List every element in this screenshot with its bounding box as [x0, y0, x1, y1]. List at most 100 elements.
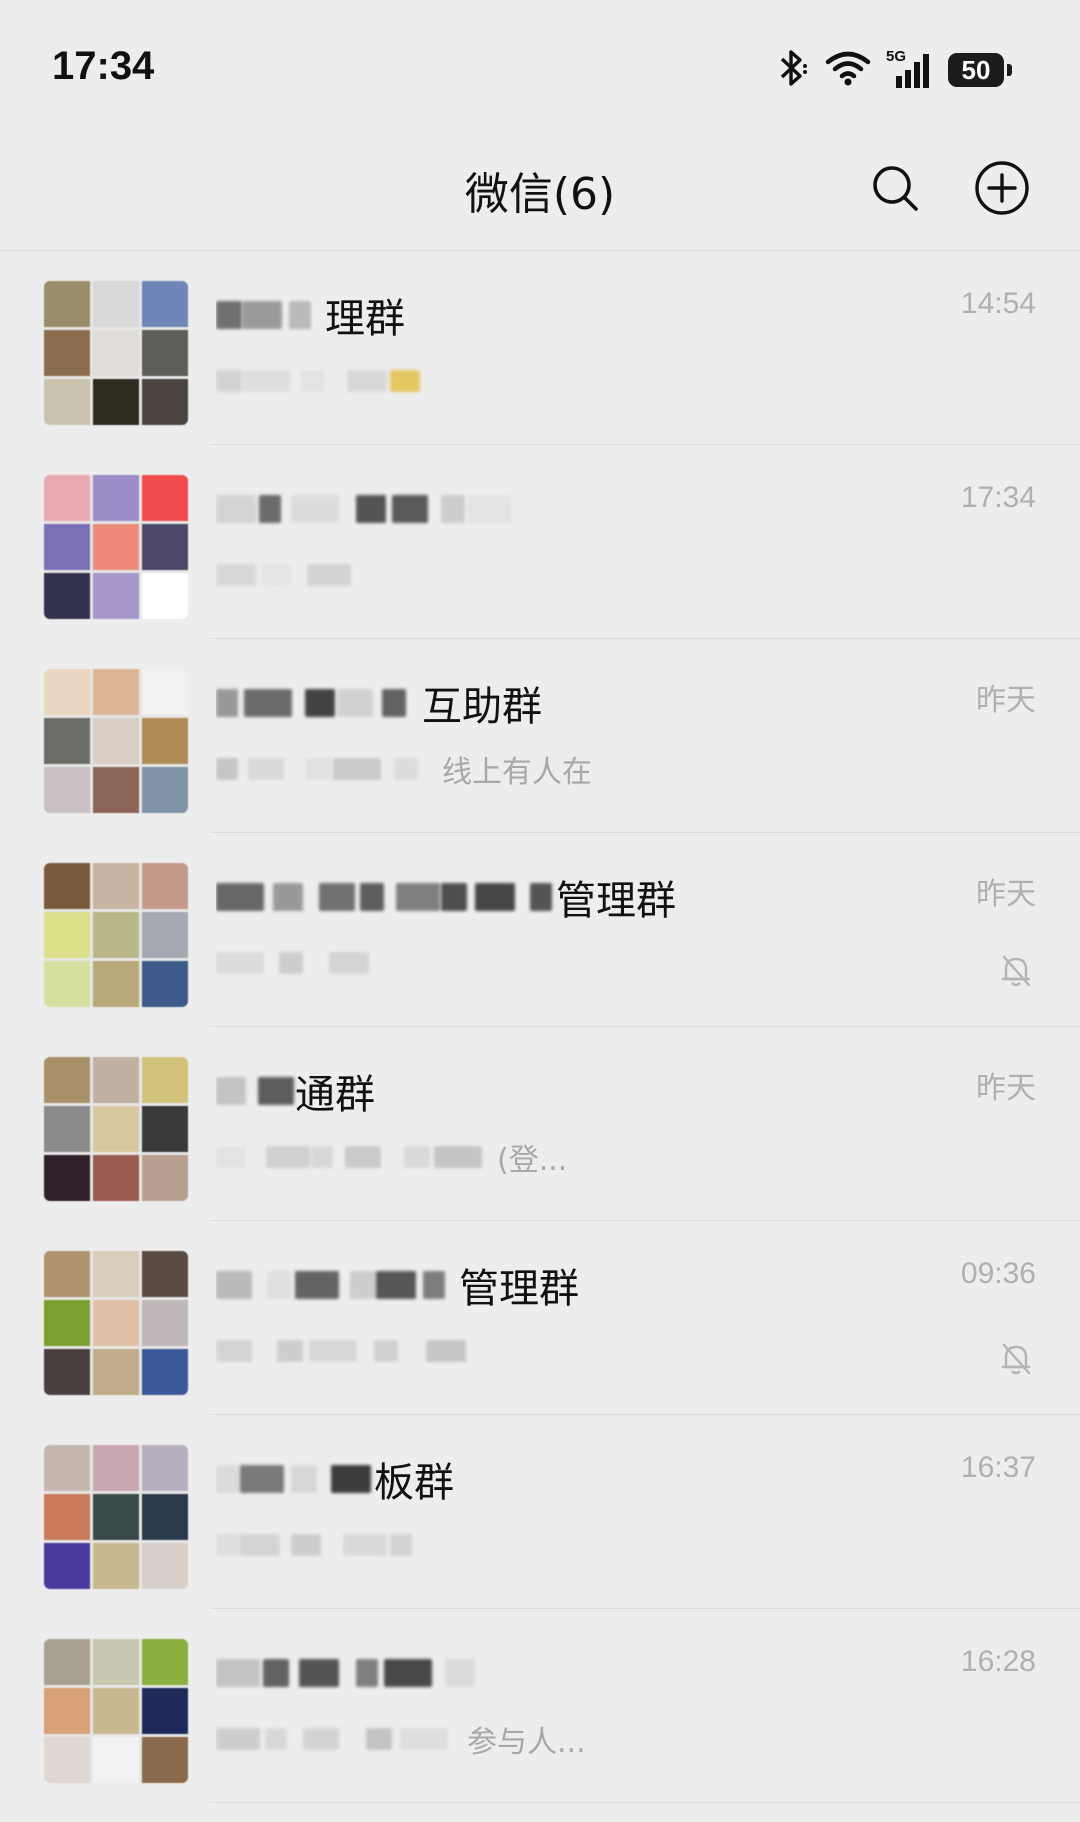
avatar-tile [93, 379, 139, 425]
chat-time: 16:37 [960, 1451, 1036, 1484]
avatar-tile [93, 912, 139, 958]
avatar-tile [93, 718, 139, 764]
avatar-tile [44, 573, 90, 619]
signal-5g-icon: 5G [886, 48, 934, 90]
status-bar: 17:34 5G 50 [0, 0, 1080, 130]
redacted-block [267, 1271, 291, 1299]
mute-bell-icon [996, 1339, 1036, 1379]
avatar-tile [142, 1445, 188, 1491]
redacted-block [240, 1534, 280, 1556]
app-header: 微信(6) [0, 130, 1080, 250]
group-avatar [44, 1445, 188, 1589]
redacted-block [384, 1659, 432, 1687]
redacted-block [441, 495, 465, 523]
redacted-block [266, 1146, 310, 1168]
avatar-tile [93, 1251, 139, 1297]
redacted-block [277, 1340, 303, 1362]
redacted-block [216, 689, 238, 717]
redacted-block [303, 1728, 339, 1750]
redacted-block [244, 689, 292, 717]
chat-list: 理群 14:54 17:34 互助群线上有人在昨天 管理群 昨天 通群 (登... 昨天 管理群 0… [0, 251, 1080, 1803]
avatar-tile [93, 863, 139, 909]
chat-name-text: 通群 [295, 1072, 375, 1117]
redacted-block [216, 301, 242, 329]
redacted-block [394, 758, 418, 780]
chat-name-text: 互助群 [422, 684, 542, 729]
chat-time: 昨天 [976, 1072, 1036, 1105]
chat-item[interactable]: 理群 14:54 [0, 251, 1080, 445]
search-button[interactable] [865, 158, 925, 218]
redacted-block [240, 1465, 284, 1493]
redacted-block [265, 1728, 287, 1750]
redacted-block [305, 758, 331, 780]
redacted-block [216, 883, 264, 911]
chat-item[interactable]: 管理群 昨天 [0, 833, 1080, 1027]
search-icon [873, 166, 918, 211]
redacted-block [216, 1146, 246, 1168]
chat-item[interactable]: 互助群 线上有人在 昨天 [0, 639, 1080, 833]
redacted-block [423, 1271, 445, 1299]
avatar-tile [44, 281, 90, 327]
redacted-block [426, 1340, 466, 1362]
redacted-block [356, 1659, 378, 1687]
chat-time: 17:34 [960, 481, 1036, 514]
avatar-tile [44, 669, 90, 715]
avatar-tile [93, 1737, 139, 1783]
chat-name [216, 483, 906, 535]
chat-preview [216, 361, 1006, 401]
chat-preview [216, 1525, 1006, 1565]
chat-name: 管理群 [216, 871, 906, 923]
avatar-tile [142, 281, 188, 327]
avatar-tile [142, 1543, 188, 1589]
redacted-block [382, 689, 406, 717]
group-avatar [44, 1251, 188, 1395]
chat-item[interactable]: 管理群 09:36 [0, 1221, 1080, 1415]
chat-name: 通群 [216, 1065, 906, 1117]
redacted-block [289, 301, 311, 329]
redacted-block [530, 883, 552, 911]
chat-preview-text: 线上有人在 [442, 755, 592, 789]
redacted-block [309, 1340, 357, 1362]
avatar-tile [142, 1057, 188, 1103]
redacted-block [291, 495, 339, 523]
redacted-block [273, 883, 303, 911]
avatar-tile [93, 767, 139, 813]
redacted-block [333, 758, 381, 780]
plus-circle-icon [975, 161, 1029, 215]
chat-item[interactable]: 17:34 [0, 445, 1080, 639]
redacted-block [329, 952, 369, 974]
redacted-block [337, 689, 373, 717]
redacted-block [216, 1077, 246, 1105]
chat-item[interactable]: 通群 (登... 昨天 [0, 1027, 1080, 1221]
redacted-block [216, 1271, 252, 1299]
avatar-tile [142, 1688, 188, 1734]
avatar-tile [44, 912, 90, 958]
chat-item[interactable]: 板群 16:37 [0, 1415, 1080, 1609]
redacted-block [305, 689, 335, 717]
avatar-tile [93, 1494, 139, 1540]
redacted-block [400, 1728, 448, 1750]
chat-item[interactable]: 参与人... 16:28 [0, 1609, 1080, 1803]
avatar-tile [142, 718, 188, 764]
redacted-block [331, 1465, 371, 1493]
chat-name: 互助群 [216, 677, 906, 729]
redacted-block [216, 1534, 240, 1556]
add-button[interactable] [972, 158, 1032, 218]
redacted-block [242, 301, 282, 329]
redacted-block [216, 952, 264, 974]
chat-preview: 线上有人在 [216, 749, 1006, 789]
redacted-block [376, 1271, 416, 1299]
chat-preview [216, 943, 1006, 983]
chat-preview: (登... [216, 1137, 1006, 1177]
redacted-block [390, 1534, 412, 1556]
avatar-tile [142, 961, 188, 1007]
avatar-tile [142, 1349, 188, 1395]
chat-name-text: 管理群 [459, 1266, 579, 1311]
chat-preview [216, 1331, 1006, 1371]
avatar-tile [142, 330, 188, 376]
redacted-block [475, 883, 515, 911]
avatar-tile [93, 1688, 139, 1734]
avatar-tile [44, 1155, 90, 1201]
chat-name-text: 管理群 [556, 878, 676, 923]
avatar-tile [44, 1445, 90, 1491]
